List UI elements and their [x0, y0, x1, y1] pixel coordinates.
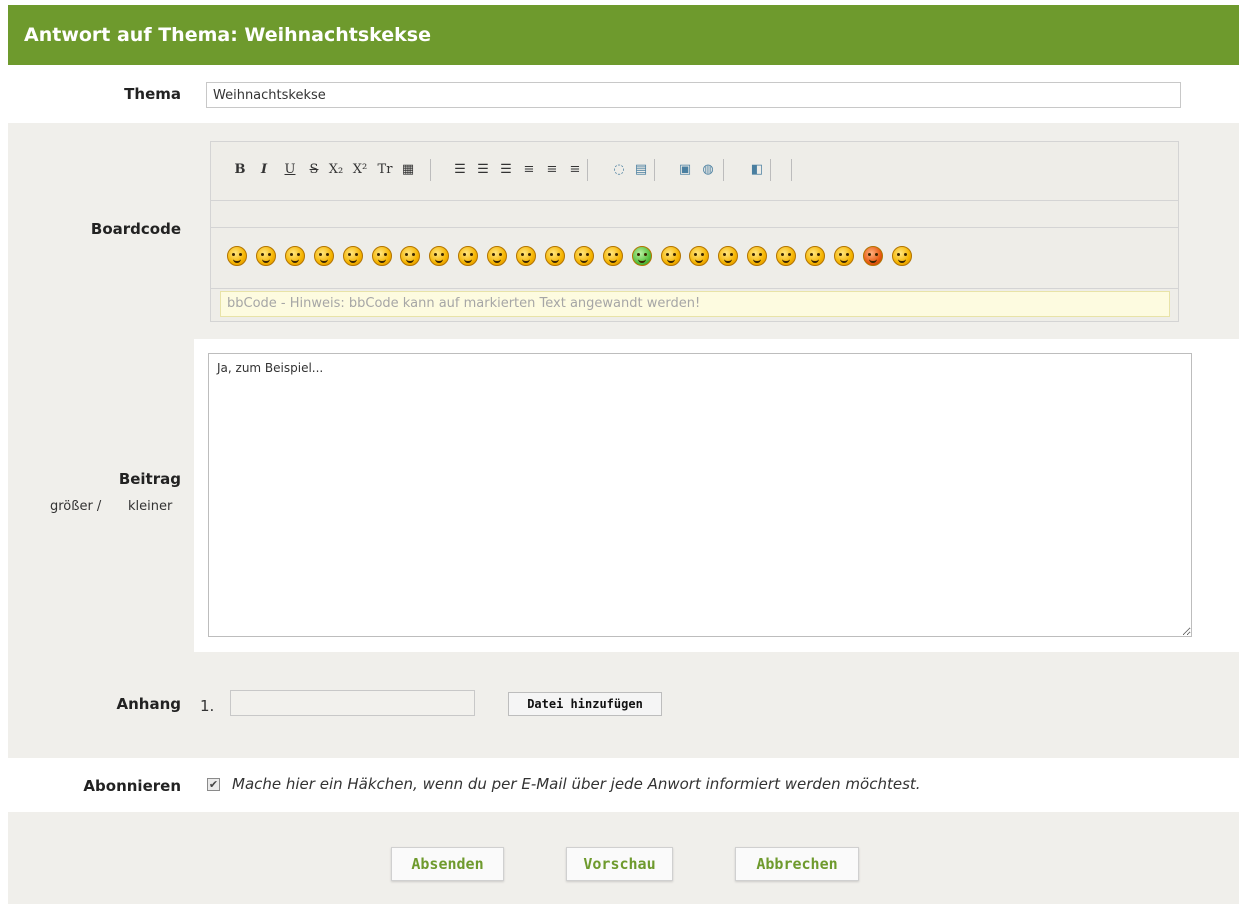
- smiley-icon[interactable]: [862, 246, 883, 266]
- boardcode-label: Boardcode: [90, 220, 181, 238]
- size-smaller-link[interactable]: kleiner: [128, 499, 172, 514]
- bbcode-toolbar: B I U S X₂ X² Tr ▦ ☰ ☰ ☰ ≡ ≡ ≡ ◌ ▤ ▣ ◍ ◧: [211, 142, 1178, 201]
- align-center-icon[interactable]: ≡: [543, 161, 561, 179]
- smiley-icon[interactable]: [342, 246, 363, 266]
- smiley-icon[interactable]: [458, 246, 479, 266]
- smiley-icon[interactable]: [631, 246, 652, 266]
- bbcode-hint: bbCode - Hinweis: bbCode kann auf markie…: [220, 291, 1170, 317]
- quote-icon[interactable]: ◌: [610, 161, 628, 179]
- submit-button[interactable]: Absenden: [391, 847, 504, 881]
- add-file-button[interactable]: Datei hinzufügen: [508, 692, 662, 716]
- subscribe-label: Abonnieren: [83, 777, 181, 795]
- link-icon[interactable]: ◍: [699, 161, 717, 179]
- underline-icon[interactable]: U: [281, 161, 299, 179]
- attachment-label: Anhang: [116, 695, 181, 713]
- smiley-icon[interactable]: [371, 246, 392, 266]
- smiley-icon[interactable]: [689, 246, 710, 266]
- smiley-icon[interactable]: [255, 246, 276, 266]
- bold-icon[interactable]: B: [231, 161, 249, 179]
- smiley-icon[interactable]: [833, 246, 854, 266]
- smiley-icon[interactable]: [891, 246, 912, 266]
- smiley-icon[interactable]: [718, 246, 739, 266]
- list-alt-icon[interactable]: ☰: [497, 161, 515, 179]
- smiley-icon[interactable]: [313, 246, 334, 266]
- cancel-button[interactable]: Abbrechen: [735, 847, 859, 881]
- subscript-icon[interactable]: X₂: [327, 161, 345, 179]
- bbcode-editor: B I U S X₂ X² Tr ▦ ☰ ☰ ☰ ≡ ≡ ≡ ◌ ▤ ▣ ◍ ◧ bbCode - Hinweis:…: [210, 141, 1179, 322]
- bbcode-toolbar-secondary: [211, 200, 1178, 228]
- attachment-index: 1.: [200, 697, 215, 715]
- subject-label: Thema: [124, 85, 181, 103]
- toolbar-separator: [430, 159, 431, 181]
- subscribe-checkbox[interactable]: ✔: [207, 778, 220, 791]
- superscript-icon[interactable]: X²: [351, 161, 369, 179]
- numbered-list-icon[interactable]: ☰: [474, 161, 492, 179]
- smiley-icon[interactable]: [776, 246, 797, 266]
- list-icon[interactable]: ☰: [451, 161, 469, 179]
- smiley-icon[interactable]: [516, 246, 536, 266]
- color-icon[interactable]: ▦: [399, 161, 417, 179]
- toolbar-separator: [791, 159, 792, 181]
- subject-row: Thema: [8, 65, 1239, 123]
- font-size-icon[interactable]: Tr: [376, 161, 394, 179]
- align-right-icon[interactable]: ≡: [566, 161, 584, 179]
- smiley-icon[interactable]: [227, 246, 247, 266]
- toolbar-separator: [654, 159, 655, 181]
- toolbar-separator: [723, 159, 724, 181]
- preview-button[interactable]: Vorschau: [566, 847, 673, 881]
- strikethrough-icon[interactable]: S: [305, 161, 323, 179]
- subject-input[interactable]: [206, 82, 1181, 108]
- media-icon[interactable]: ◧: [748, 161, 766, 179]
- smiley-icon[interactable]: [400, 246, 421, 266]
- smiley-icon[interactable]: [487, 246, 508, 266]
- smiley-icon[interactable]: [573, 246, 594, 266]
- post-label: Beitrag: [118, 470, 181, 488]
- italic-icon[interactable]: I: [255, 161, 273, 179]
- smiley-icon[interactable]: [544, 246, 565, 266]
- smiley-icon[interactable]: [747, 246, 768, 266]
- smiley-bar: [211, 228, 1178, 289]
- smiley-icon[interactable]: [429, 246, 450, 266]
- smiley-icon[interactable]: [602, 246, 623, 266]
- align-left-icon[interactable]: ≡: [520, 161, 538, 179]
- reply-form: Antwort auf Thema: Weihnachtskekse Thema…: [8, 0, 1239, 904]
- subscribe-text: Mache hier ein Häkchen, wenn du per E-Ma…: [232, 775, 921, 793]
- size-bigger-link[interactable]: größer /: [50, 499, 101, 514]
- smiley-icon[interactable]: [660, 246, 681, 266]
- smiley-icon[interactable]: [284, 246, 305, 266]
- toolbar-separator: [770, 159, 771, 181]
- toolbar-separator: [587, 159, 588, 181]
- form-title: Antwort auf Thema: Weihnachtskekse: [8, 5, 1239, 65]
- attachment-input[interactable]: [230, 690, 475, 716]
- image-icon[interactable]: ▣: [676, 161, 694, 179]
- post-textarea[interactable]: [208, 353, 1192, 637]
- code-icon[interactable]: ▤: [632, 161, 650, 179]
- smiley-icon[interactable]: [805, 246, 825, 266]
